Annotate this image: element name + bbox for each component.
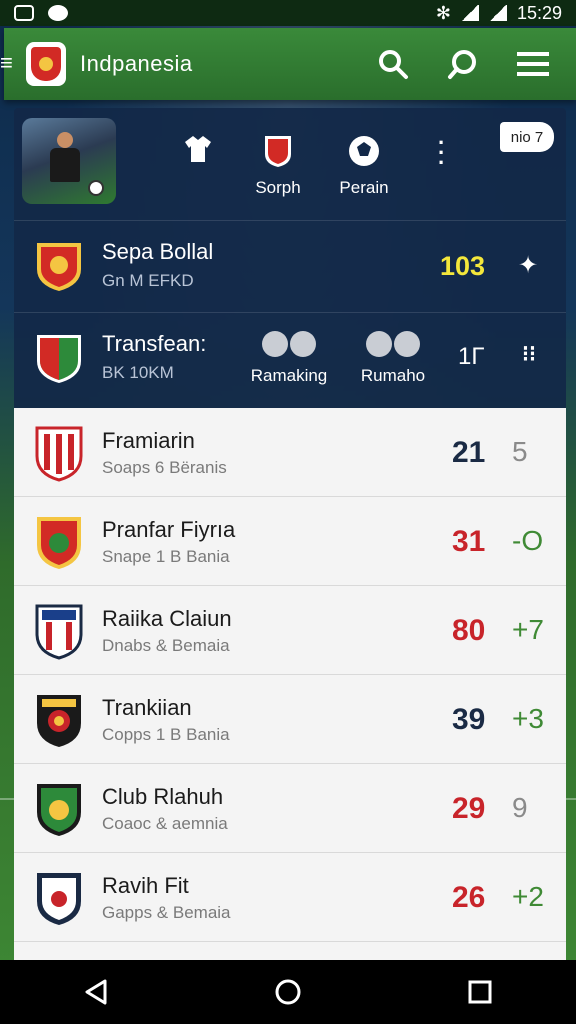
system-nav-bar — [0, 960, 576, 1024]
club-crest-icon — [37, 695, 81, 747]
club-score: 31 — [452, 525, 486, 558]
list-item[interactable]: Raiika Claiun Dnabs & Bemaia 80 +7 — [14, 586, 566, 675]
back-icon — [85, 979, 107, 1005]
club-name: Pranfar Fiyrıa — [102, 517, 236, 542]
club-name: Ravih Fit — [102, 873, 189, 898]
club-subtitle: Snape 1 B Bania — [102, 547, 230, 566]
search-button[interactable] — [368, 39, 418, 89]
hero-action-jersey[interactable] — [178, 134, 218, 168]
club-subtitle: Coaoc & aemnia — [102, 814, 228, 833]
app-title: Indpanesia — [80, 51, 193, 76]
club-subtitle: Gapps & Bemaia — [102, 903, 231, 922]
club-delta: -O — [512, 525, 544, 556]
transfer-title: Transfean: — [102, 331, 207, 356]
club-name: Raiika Claiun — [102, 606, 232, 631]
app-logo — [26, 42, 66, 86]
club-badge-icon — [265, 136, 291, 167]
club-delta: 5 — [512, 436, 528, 467]
ranking-icon — [262, 331, 316, 357]
club-delta: 9 — [512, 792, 528, 823]
more-vert-icon[interactable]: · · · — [438, 132, 445, 174]
explore-button[interactable] — [438, 39, 488, 89]
club-crest-icon — [37, 517, 81, 569]
ball-icon — [349, 136, 379, 166]
search-icon — [379, 50, 408, 79]
list-item[interactable]: Club Rlahuh Coaoc & aemnia 29 9 — [14, 764, 566, 853]
wifi-icon — [460, 5, 479, 21]
club-subtitle: Dnabs & Bemaia — [102, 636, 230, 655]
list-item[interactable]: Ravih Fit Gapps & Bemaia 26 +2 — [14, 853, 566, 942]
expand-icon[interactable]: ✦ — [518, 251, 538, 280]
back-button[interactable] — [66, 967, 126, 1017]
hero-row: Sorph Pеrain · · · nio 7 — [14, 108, 566, 220]
notification-icon — [14, 5, 34, 21]
ball-icon — [88, 180, 104, 196]
club-crest-icon — [37, 873, 81, 925]
recents-icon — [468, 980, 492, 1004]
grid-dots-icon[interactable]: ⁝⁝ — [522, 341, 536, 367]
team-crest-icon — [37, 243, 81, 291]
club-crest-icon — [37, 784, 81, 836]
featured-subtitle: Gn M EFKD — [102, 271, 194, 290]
jersey-icon — [185, 136, 211, 162]
home-icon — [275, 979, 301, 1005]
club-score: 80 — [452, 614, 486, 647]
club-delta: +2 — [512, 881, 544, 912]
ranking-button[interactable]: Ramaking — [234, 331, 344, 386]
list-item[interactable]: Trankiian Copps 1 B Bania 39 +3 — [14, 675, 566, 764]
club-name: Club Rlahuh — [102, 784, 224, 809]
featured-row[interactable]: Sepa Bollal Gn M EFKD 103 ✦ — [14, 220, 566, 312]
hero-action-sorph[interactable] — [258, 134, 298, 168]
club-delta: +7 — [512, 614, 544, 645]
hamburger-icon — [517, 52, 549, 76]
hero-action-perain[interactable] — [344, 134, 384, 168]
list-item[interactable]: Pranfar Fiyrıa Snape 1 B Bania 31 -O — [14, 497, 566, 586]
explore-icon — [448, 50, 476, 79]
featured-score: 103 — [440, 251, 486, 281]
club-crest-icon — [35, 426, 83, 482]
club-score: 21 — [452, 436, 486, 469]
transfer-subtitle: BK 10KM — [102, 363, 174, 382]
media-icon — [48, 5, 68, 21]
hero-label-sorph: Sorph — [255, 178, 301, 197]
player-photo[interactable] — [22, 118, 116, 204]
list-item[interactable]: Framiarin Soaps 6 Bёranis 21 5 — [14, 408, 566, 497]
status-bar: ✻ 15:29 — [0, 0, 576, 26]
club-subtitle: Soaps 6 Bёranis — [102, 458, 227, 477]
rumaho-icon — [366, 331, 420, 357]
club-score: 26 — [452, 881, 486, 914]
club-score: 39 — [452, 703, 486, 736]
club-subtitle: Copps 1 B Bania — [102, 725, 230, 744]
featured-title: Sepa Bollal — [102, 239, 214, 264]
rumaho-button[interactable]: Rumaho — [338, 331, 448, 386]
club-score: 29 — [452, 792, 486, 825]
club-list: Framiarin Soaps 6 Bёranis 21 5 Pranfar F… — [14, 408, 566, 960]
featured-card: Sorph Pеrain · · · nio 7 Sepa Bollal Gn M … — [14, 108, 566, 408]
transfer-number: 1Г — [458, 343, 485, 370]
shield-icon — [31, 47, 61, 81]
transfer-row[interactable]: Transfean: BK 10KM Ramaking Rumaho 1Г ⁝⁝ — [14, 312, 566, 404]
home-button[interactable] — [258, 967, 318, 1017]
club-crest-icon — [35, 604, 83, 660]
club-name: Framiarin — [102, 428, 195, 453]
hero-label-perain: Pеrain — [339, 178, 389, 197]
drawer-handle-icon[interactable]: ≡ — [0, 50, 13, 76]
recents-button[interactable] — [450, 967, 510, 1017]
clock: 15:29 — [516, 2, 562, 23]
club-delta: +3 — [512, 703, 544, 734]
club-name: Trankiian — [102, 695, 192, 720]
app-bar: ≡ Indpanesia — [0, 28, 576, 100]
signal-icon — [488, 5, 507, 21]
badge-chip[interactable]: nio 7 — [500, 122, 554, 152]
menu-button[interactable] — [508, 39, 558, 89]
transfer-crest-icon — [37, 335, 81, 383]
bluetooth-icon: ✻ — [435, 2, 451, 23]
